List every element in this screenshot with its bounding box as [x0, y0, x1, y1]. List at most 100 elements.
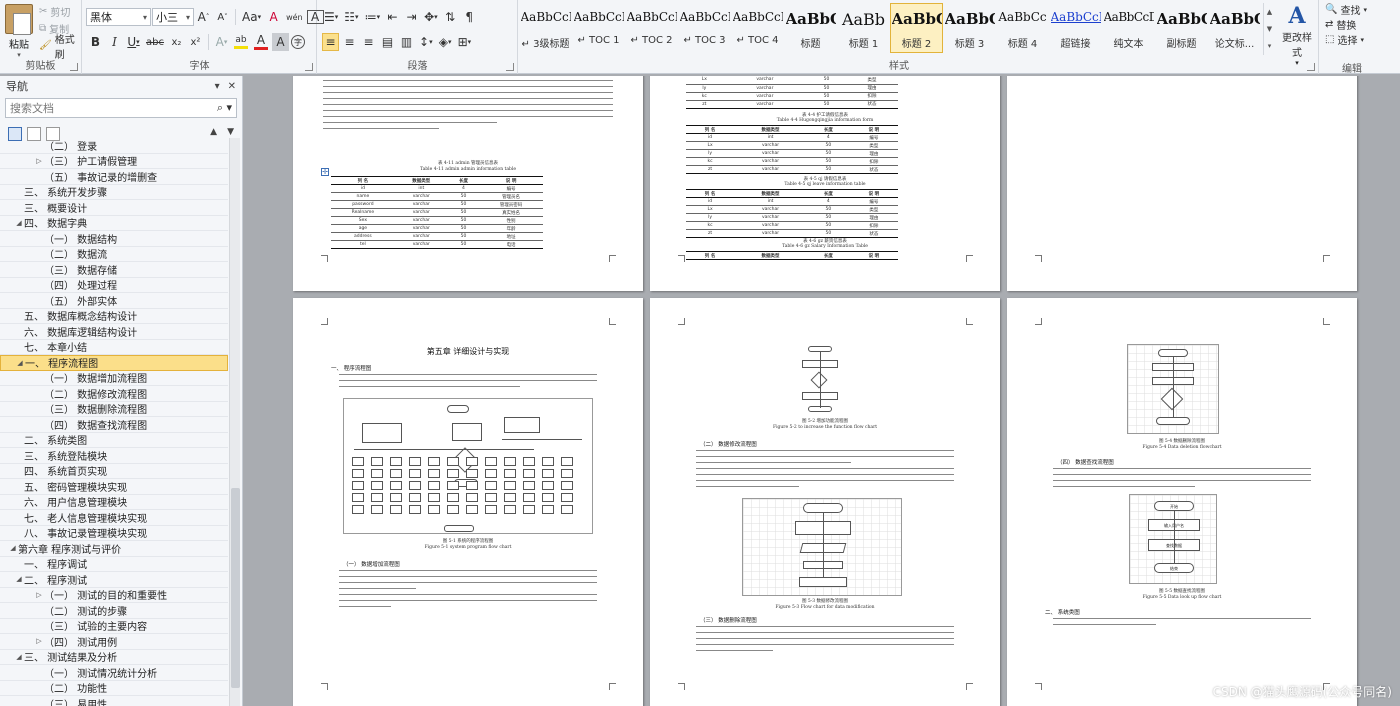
collapse-icon[interactable]: ◢: [8, 544, 18, 552]
numbering-button[interactable]: ☷ ▾: [342, 8, 360, 26]
increase-indent-button[interactable]: ⇥: [403, 8, 420, 26]
nav-heading-item[interactable]: 三、 系统登陆模块: [0, 448, 228, 464]
collapse-icon[interactable]: ◢: [15, 359, 25, 367]
underline-button[interactable]: U ▾: [125, 33, 142, 51]
style-item[interactable]: AaBbC 标题 2: [890, 3, 943, 53]
previous-heading-icon[interactable]: ▲: [210, 127, 217, 137]
line-spacing-button[interactable]: ↕ ▾: [417, 33, 435, 51]
search-icon[interactable]: ⌕ ▾: [217, 101, 232, 115]
nav-heading-item[interactable]: ▷ （四） 测试用例: [0, 634, 228, 650]
font-launcher[interactable]: [305, 63, 313, 71]
font-size-select[interactable]: 小三 ▾: [152, 8, 194, 26]
style-item[interactable]: AaBbCc 标题 4: [996, 3, 1049, 53]
nav-heading-item[interactable]: 二、 系统类图: [0, 433, 228, 448]
gallery-up-icon[interactable]: ▲: [1267, 8, 1272, 16]
paragraph-launcher[interactable]: [506, 63, 514, 71]
font-family-select[interactable]: 黑体 ▾: [86, 8, 151, 26]
nav-heading-item[interactable]: （三） 易用性: [0, 696, 228, 706]
nav-heading-item[interactable]: 五、 密码管理模块实现: [0, 479, 228, 495]
distributed-button[interactable]: ▥: [398, 33, 415, 51]
find-button[interactable]: 🔍 查找 ▾: [1322, 2, 1397, 17]
nav-heading-item[interactable]: 五、 数据库概念结构设计: [0, 309, 228, 324]
page-4[interactable]: 第五章 详细设计与实现 一、 程序流程图 图 5-1 系统的程序流程图 Figu…: [293, 298, 643, 706]
replace-button[interactable]: ⇄ 替换: [1322, 17, 1397, 32]
sort-button[interactable]: ⇅: [442, 8, 459, 26]
nav-heading-item[interactable]: （二） 数据修改流程图: [0, 386, 228, 402]
bold-button[interactable]: B: [87, 33, 104, 51]
nav-heading-item[interactable]: （四） 处理过程: [0, 278, 228, 293]
nav-heading-item[interactable]: （二） 数据流: [0, 247, 228, 262]
nav-heading-item[interactable]: 六、 数据库逻辑结构设计: [0, 324, 228, 340]
gallery-down-icon[interactable]: ▼: [1267, 25, 1272, 33]
borders-button[interactable]: ⊞ ▾: [456, 33, 474, 51]
align-left-button[interactable]: ≡: [322, 33, 339, 51]
nav-heading-item[interactable]: 一、 程序调试: [0, 557, 228, 572]
style-item[interactable]: AaBb 标题 1: [837, 3, 890, 53]
nav-heading-item[interactable]: 三、 概要设计: [0, 200, 228, 216]
nav-heading-item[interactable]: （二） 登录: [0, 138, 228, 154]
align-center-button[interactable]: ≡: [341, 33, 358, 51]
nav-scrollbar[interactable]: [229, 138, 240, 706]
nav-heading-item[interactable]: 六、 用户信息管理模块: [0, 495, 228, 510]
page-2[interactable]: Lx varchar 50 类型 ly varchar 50 理由 kc varchar 50 扣除 z…: [650, 76, 1000, 291]
expand-icon[interactable]: ▷: [34, 157, 44, 165]
highlight-button[interactable]: ab: [232, 33, 250, 51]
document-area[interactable]: 表 4-11 admin 管理员信息表 Table 4-11 admin adm…: [244, 76, 1400, 706]
next-heading-icon[interactable]: ▼: [227, 127, 234, 137]
nav-options-icon[interactable]: ▾: [215, 81, 220, 92]
nav-scroll-thumb[interactable]: [231, 488, 240, 688]
nav-heading-item[interactable]: （二） 测试的步骤: [0, 603, 228, 619]
style-item[interactable]: AaBbCcI ↵ TOC 2: [625, 3, 678, 53]
font-color-button[interactable]: A: [252, 33, 270, 51]
select-button[interactable]: ⬚ 选择 ▾: [1322, 32, 1397, 47]
cut-button[interactable]: ✂ 剪切: [36, 3, 81, 20]
nav-heading-item[interactable]: ▷ （一） 测试的目的和重要性: [0, 588, 228, 603]
nav-heading-item[interactable]: （二） 功能性: [0, 681, 228, 696]
nav-heading-item[interactable]: 三、 系统开发步骤: [0, 185, 228, 200]
nav-heading-item[interactable]: （四） 数据查找流程图: [0, 417, 228, 433]
nav-heading-item[interactable]: ◢ 一、 程序流程图: [0, 355, 228, 371]
collapse-icon[interactable]: ◢: [14, 575, 24, 583]
gallery-more-icon[interactable]: ▾: [1268, 42, 1272, 50]
superscript-button[interactable]: x²: [187, 33, 204, 51]
enclose-characters-button[interactable]: 字: [290, 35, 305, 49]
show-marks-button[interactable]: ¶: [461, 8, 478, 26]
style-item[interactable]: AaBbC 标题 3: [943, 3, 996, 53]
change-case-button[interactable]: Aa ▾: [240, 8, 263, 26]
nav-heading-item[interactable]: 七、 本章小结: [0, 340, 228, 355]
nav-heading-item[interactable]: （五） 事故记录的增删查: [0, 169, 228, 185]
style-item[interactable]: AaBbCcI ↵ 3级标题: [519, 3, 572, 53]
italic-button[interactable]: I: [106, 33, 123, 51]
clipboard-launcher[interactable]: [70, 63, 78, 71]
nav-heading-item[interactable]: ◢ 第六章 程序测试与评价: [0, 541, 228, 557]
justify-button[interactable]: ▤: [379, 33, 396, 51]
text-effects-button[interactable]: A ▾: [213, 33, 230, 51]
grow-font-button[interactable]: A ˄: [195, 8, 212, 26]
decrease-indent-button[interactable]: ⇤: [384, 8, 401, 26]
nav-heading-item[interactable]: （一） 数据结构: [0, 231, 228, 247]
style-item[interactable]: AaBbC 标题: [784, 3, 837, 53]
align-right-button[interactable]: ≡: [360, 33, 377, 51]
style-item[interactable]: AaBbC 论文标...: [1208, 3, 1261, 53]
style-item[interactable]: AaBbCcI ↵ TOC 4: [731, 3, 784, 53]
nav-heading-item[interactable]: ▷ （三） 护工请假管理: [0, 154, 228, 169]
nav-heading-item[interactable]: ◢ 三、 测试结果及分析: [0, 650, 228, 665]
multilevel-list-button[interactable]: ≔ ▾: [363, 8, 383, 26]
nav-heading-item[interactable]: 四、 系统首页实现: [0, 464, 228, 479]
nav-heading-item[interactable]: ◢ 二、 程序测试: [0, 572, 228, 588]
nav-search-input[interactable]: 搜索文档 ⌕ ▾: [5, 98, 237, 118]
expand-icon[interactable]: ▷: [34, 591, 44, 599]
nav-heading-item[interactable]: （一） 测试情况统计分析: [0, 665, 228, 681]
clear-formatting-button[interactable]: A: [265, 8, 282, 26]
close-icon[interactable]: ✕: [228, 81, 236, 92]
gallery-scroll[interactable]: ▲ ▼ ▾: [1263, 3, 1275, 55]
nav-heading-item[interactable]: （三） 数据存储: [0, 262, 228, 278]
shrink-font-button[interactable]: A ˅: [214, 8, 231, 26]
style-item[interactable]: AaBbCcDc 纯文本: [1102, 3, 1155, 53]
page-5[interactable]: 图 5-2 增加功能流程图 Figure 5-2 to increase the…: [650, 298, 1000, 706]
expand-icon[interactable]: ▷: [34, 637, 44, 645]
nav-heading-item[interactable]: 七、 老人信息管理模块实现: [0, 510, 228, 526]
change-styles-button[interactable]: A 更改样式 ▾: [1278, 3, 1316, 67]
nav-heading-item[interactable]: （三） 数据删除流程图: [0, 402, 228, 417]
nav-heading-item[interactable]: 八、 事故记录管理模块实现: [0, 526, 228, 541]
